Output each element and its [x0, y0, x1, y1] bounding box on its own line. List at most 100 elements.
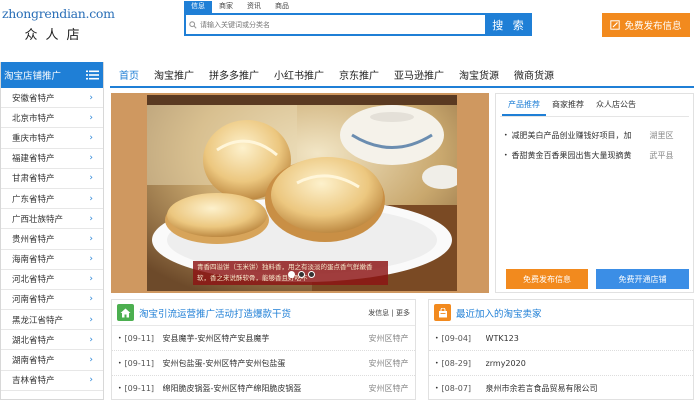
table-row[interactable]: • [09-04] WTK123	[429, 326, 693, 351]
sidebar-item-hainan[interactable]: 海南省特产 ›	[1, 250, 103, 270]
table-row[interactable]: • [08-07] 泉州市余若言食品贸易有限公司	[429, 376, 693, 400]
sidebar-item-guangxi[interactable]: 广西壮族特产 ›	[1, 209, 103, 230]
list-item-location: 武平县	[649, 150, 674, 160]
carousel-dot-3[interactable]	[308, 271, 315, 278]
tab-product-recommend[interactable]: 产品推荐	[502, 96, 546, 116]
section-title: 最近加入的淘宝卖家	[456, 308, 542, 320]
chevron-right-icon: ›	[89, 173, 93, 184]
sidebar-item-gansu[interactable]: 甘肃省特产 ›	[1, 169, 103, 189]
sidebar-item-label: 湖北省特产	[12, 335, 55, 346]
bullet-icon: •	[435, 384, 439, 392]
row-date: [09-04]	[441, 333, 472, 343]
logo-domain: zhongrendian.com	[2, 6, 115, 21]
publish-info-button[interactable]: 免费发布信息	[602, 13, 690, 37]
sidebar-item-fujian[interactable]: 福建省特产 ›	[1, 149, 103, 169]
row-location: 安州区特产	[368, 333, 409, 343]
chevron-right-icon: ›	[89, 213, 93, 224]
row-date: [08-29]	[441, 358, 472, 368]
recommend-panel: 产品推荐 商家推荐 众人店公告 • 减肥美白产品创业赚钱好项目，加 湖里区 • 香甜黄…	[495, 93, 694, 293]
nav-item-jd[interactable]: 京东推广	[339, 67, 379, 82]
sidebar-item-label: 黑龙江省特产	[12, 315, 64, 326]
row-title: 安县魔芋-安州区特产安县魔芋	[162, 333, 270, 343]
chevron-right-icon: ›	[89, 233, 93, 244]
search-input[interactable]	[200, 20, 480, 29]
sidebar-item-hunan[interactable]: 湖南省特产 ›	[1, 350, 103, 371]
chevron-right-icon: ›	[89, 375, 93, 386]
chevron-right-icon: ›	[89, 254, 93, 265]
nav-item-xiaohongshu[interactable]: 小红书推广	[274, 67, 324, 82]
section-title: 淘宝引流运营推广活动打造爆款干货	[139, 308, 292, 320]
sidebar-item-chongqing[interactable]: 重庆市特产 ›	[1, 128, 103, 149]
carousel-dot-1[interactable]	[288, 271, 295, 278]
list-icon[interactable]	[86, 70, 99, 80]
list-item-title: 减肥美白产品创业赚钱好项目，加	[511, 130, 632, 140]
open-shop-button[interactable]: 免费开通店铺	[596, 269, 689, 289]
sidebar-item-beijing[interactable]: 北京市特产 ›	[1, 108, 103, 129]
search-icon	[186, 20, 200, 29]
bullet-icon: •	[118, 384, 122, 392]
tab-merchant-recommend[interactable]: 商家推荐	[546, 96, 590, 116]
sidebar-item-guizhou[interactable]: 贵州省特产 ›	[1, 229, 103, 250]
search-button[interactable]: 搜 索	[487, 13, 532, 36]
shopping-bag-icon	[434, 304, 451, 321]
chevron-right-icon: ›	[89, 294, 93, 305]
logo-name: 众人店	[24, 28, 88, 43]
sidebar-header: 淘宝店铺推广	[1, 62, 103, 88]
sidebar-item-label: 甘肃省特产	[12, 174, 55, 185]
sidebar-item-hebei[interactable]: 河北省特产 ›	[1, 270, 103, 290]
list-item[interactable]: • 减肥美白产品创业赚钱好项目，加 湖里区	[504, 125, 693, 145]
panel-publish-button[interactable]: 免费发布信息	[506, 269, 588, 289]
nav-item-home[interactable]: 首页	[119, 67, 139, 82]
row-title: zrmy2020	[485, 358, 526, 368]
sidebar-item-jilin[interactable]: 吉林省特产 ›	[1, 371, 103, 391]
promo-banner[interactable]: 青香四溢饼（玉米饼）独料香，用之有淡淡的蛋点香气鲜嫩香软，香之来说酥软骨，能够香…	[111, 93, 489, 293]
sidebar-item-henan[interactable]: 河南省特产 ›	[1, 290, 103, 311]
table-row[interactable]: • [08-29] zrmy2020	[429, 351, 693, 376]
table-row[interactable]: • [09-11] 绵阳脆皮锅盔-安州区特产绵阳脆皮锅盔 安州区特产	[112, 376, 415, 400]
section-header: 最近加入的淘宝卖家	[429, 300, 693, 326]
bullet-icon: •	[435, 334, 439, 342]
section-more-link[interactable]: 发信息 | 更多	[368, 308, 410, 318]
nav-item-amazon[interactable]: 亚马逊推广	[394, 67, 444, 82]
sidebar-item-label: 湖南省特产	[12, 356, 55, 367]
main-nav: 首页 淘宝推广 拼多多推广 小红书推广 京东推广 亚马逊推广 淘宝货源 微商货源	[110, 62, 694, 88]
tab-announcement[interactable]: 众人店公告	[590, 96, 642, 116]
table-row[interactable]: • [09-11] 安县魔芋-安州区特产安县魔芋 安州区特产	[112, 326, 415, 351]
sidebar-item-label: 河南省特产	[12, 295, 55, 306]
nav-item-pinduoduo[interactable]: 拼多多推广	[209, 67, 259, 82]
table-row[interactable]: • [09-11] 安州包盐蛋-安州区特产安州包盐蛋 安州区特产	[112, 351, 415, 376]
nav-item-taobao-source[interactable]: 淘宝货源	[459, 67, 499, 82]
bullet-icon: •	[504, 151, 508, 159]
row-date: [09-11]	[124, 383, 155, 393]
chevron-right-icon: ›	[89, 274, 93, 285]
row-title: WTK123	[485, 333, 519, 343]
nav-item-weishang-source[interactable]: 微商货源	[514, 67, 554, 82]
list-item-title: 香甜黄金百香果园出售大量现摘黄	[511, 150, 632, 160]
sidebar-item-anhui[interactable]: 安徽省特产 ›	[1, 88, 103, 109]
chevron-right-icon: ›	[89, 193, 93, 204]
sidebar-item-label: 福建省特产	[12, 154, 55, 165]
carousel-dot-2[interactable]	[298, 271, 305, 278]
chevron-right-icon: ›	[89, 334, 93, 345]
bullet-icon: •	[504, 131, 508, 139]
sidebar-item-label: 贵州省特产	[12, 234, 55, 245]
sidebar-item-guangdong[interactable]: 广东省特产 ›	[1, 189, 103, 210]
row-date: [09-11]	[124, 358, 155, 368]
site-logo[interactable]: zhongrendian.com 众人店	[2, 6, 115, 43]
row-date: [08-07]	[441, 383, 472, 393]
promo-articles-section: 淘宝引流运营推广活动打造爆款干货 发信息 | 更多 • [09-11] 安县魔芋-安…	[111, 299, 416, 400]
row-title: 泉州市余若言食品贸易有限公司	[485, 383, 598, 393]
publish-info-label: 免费发布信息	[624, 21, 682, 32]
sidebar-item-heilongjiang[interactable]: 黑龙江省特产 ›	[1, 310, 103, 331]
search-box	[184, 13, 487, 36]
sidebar-item-hubei[interactable]: 湖北省特产 ›	[1, 330, 103, 351]
bullet-icon: •	[118, 334, 122, 342]
sidebar-item-label: 吉林省特产	[12, 376, 55, 387]
list-item[interactable]: • 香甜黄金百香果园出售大量现摘黄 武平县	[504, 145, 693, 165]
chevron-right-icon: ›	[89, 355, 93, 366]
row-title: 安州包盐蛋-安州区特产安州包盐蛋	[162, 358, 286, 368]
nav-item-taobao[interactable]: 淘宝推广	[154, 67, 194, 82]
panel-tabs: 产品推荐 商家推荐 众人店公告	[496, 94, 693, 116]
new-sellers-section: 最近加入的淘宝卖家 • [09-04] WTK123 • [08-29] zrmy202…	[428, 299, 694, 400]
panel-list: • 减肥美白产品创业赚钱好项目，加 湖里区 • 香甜黄金百香果园出售大量现摘黄 武平县	[496, 117, 693, 165]
